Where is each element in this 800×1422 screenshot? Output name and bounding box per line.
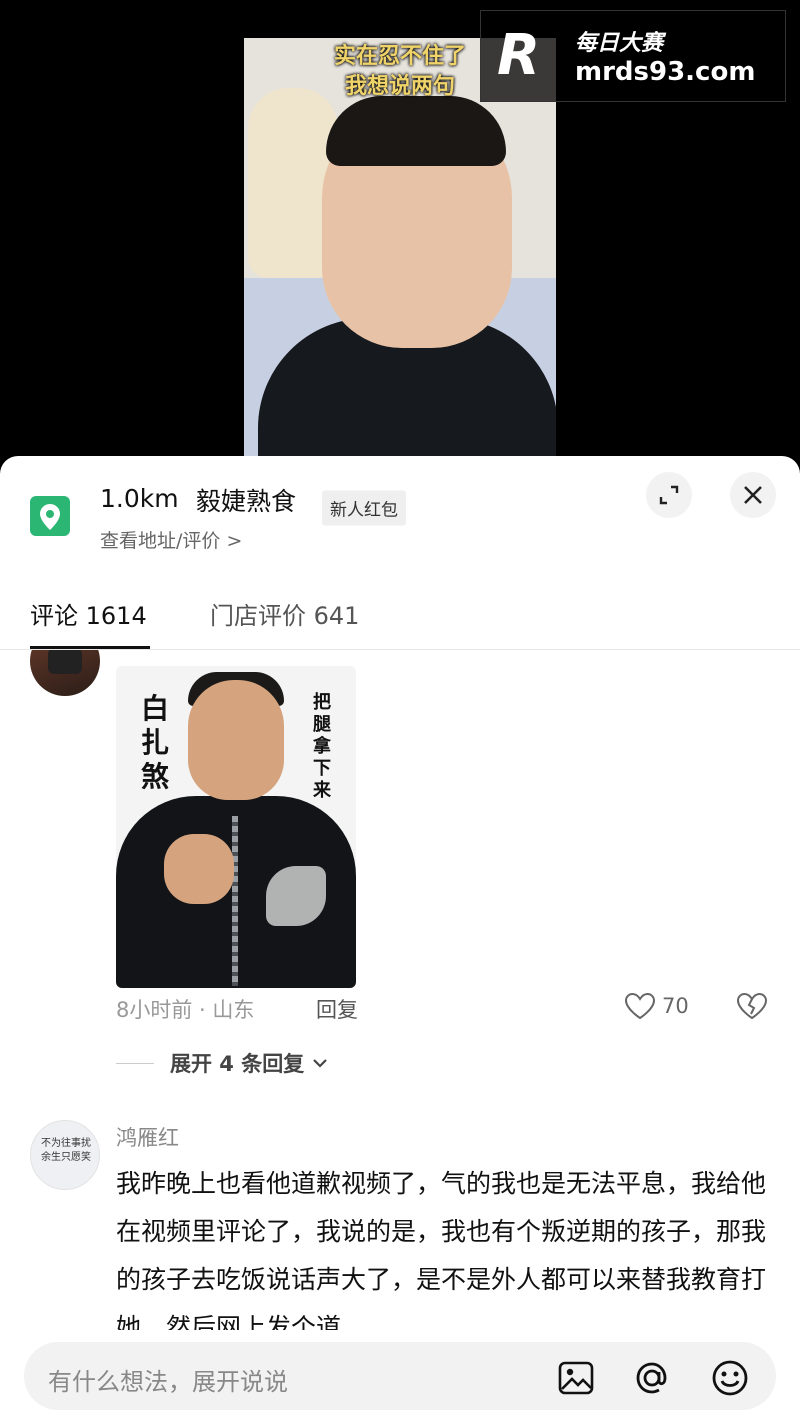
meme-chain [232,816,238,986]
like-button[interactable]: 70 [624,992,689,1020]
meme-face [188,680,284,800]
tab-comments-count: 1614 [85,602,147,630]
poi-name: 毅婕熟食 [196,487,297,516]
meme-text-right: 把腿拿下来 [313,692,331,801]
comment-meta: 8小时前 · 山东 [116,998,255,1022]
comment-input[interactable]: 有什么想法，展开说说 [24,1342,776,1410]
tab-store-reviews[interactable]: 门店评价 641 [210,596,359,631]
meme-text-left: 白扎煞 [140,692,169,793]
tab-reviews-label: 门店评价 [210,602,306,630]
broken-heart-icon [736,992,768,1020]
comment-list[interactable]: 白扎煞 把腿拿下来 8小时前 · 山东 回复 70 展开 4 条回复 不为往事扰… [0,650,800,1330]
expand-divider [116,1062,154,1064]
poi-badge: 新人红包 [322,490,406,526]
watermark: R 每日大赛 mrds93.com [480,10,786,102]
speaker-hair [326,96,506,166]
meme-hand [164,834,234,904]
mention-button[interactable] [632,1358,672,1398]
dislike-button[interactable] [736,992,768,1024]
watermark-site: mrds93.com [575,57,756,87]
emoji-icon [712,1360,748,1396]
video-player[interactable]: 实在忍不住了 我想说两句 R 每日大赛 mrds93.com [0,0,800,460]
like-count: 70 [662,994,689,1018]
avatar[interactable]: 不为往事扰 余生只愿笑 [30,1120,100,1190]
tab-bar: 评论 1614 门店评价 641 [0,574,800,650]
comment-image[interactable]: 白扎煞 把腿拿下来 [116,666,356,988]
meme-crane [266,866,326,926]
comment-text: 我昨晚上也看他道歉视频了，气的我也是无法平息，我给他在视频里评论了，我说的是，我… [116,1169,767,1330]
avatar[interactable] [30,650,100,696]
chevron-down-icon [313,1059,328,1068]
expand-button[interactable] [646,472,692,518]
poi-address-link[interactable]: 查看地址/评价 > [100,526,242,553]
emoji-button[interactable] [710,1358,750,1398]
tab-active-indicator [30,646,150,649]
comment-sheet: 1.0km 毅婕熟食 新人红包 查看地址/评价 > 评论 1614 门店评价 6… [0,456,800,1422]
expand-icon [659,485,679,505]
image-button[interactable] [556,1358,596,1398]
avatar-text: 不为往事扰 余生只愿笑 [41,1138,91,1163]
tab-comments[interactable]: 评论 1614 [30,596,147,631]
close-icon [744,486,762,504]
avatar-figure [48,650,82,674]
poi-distance: 1.0km [100,484,179,513]
close-button[interactable] [730,472,776,518]
comment-author[interactable]: 鸿雁红 [116,1122,179,1152]
expand-replies-button[interactable]: 展开 4 条回复 [116,1048,328,1078]
at-icon [636,1362,667,1394]
comment-input-bar: 有什么想法，展开说说 [0,1330,800,1422]
image-icon [558,1361,594,1395]
location-pin-icon [30,496,70,536]
heart-icon [624,992,656,1020]
reply-button[interactable]: 回复 [316,994,358,1024]
tab-reviews-count: 641 [313,602,360,630]
watermark-logo: R [497,23,541,88]
input-placeholder: 有什么想法，展开说说 [48,1368,288,1396]
expand-replies-label: 展开 4 条回复 [170,1052,305,1076]
tab-comments-label: 评论 [30,602,78,630]
watermark-name: 每日大赛 [575,31,664,56]
